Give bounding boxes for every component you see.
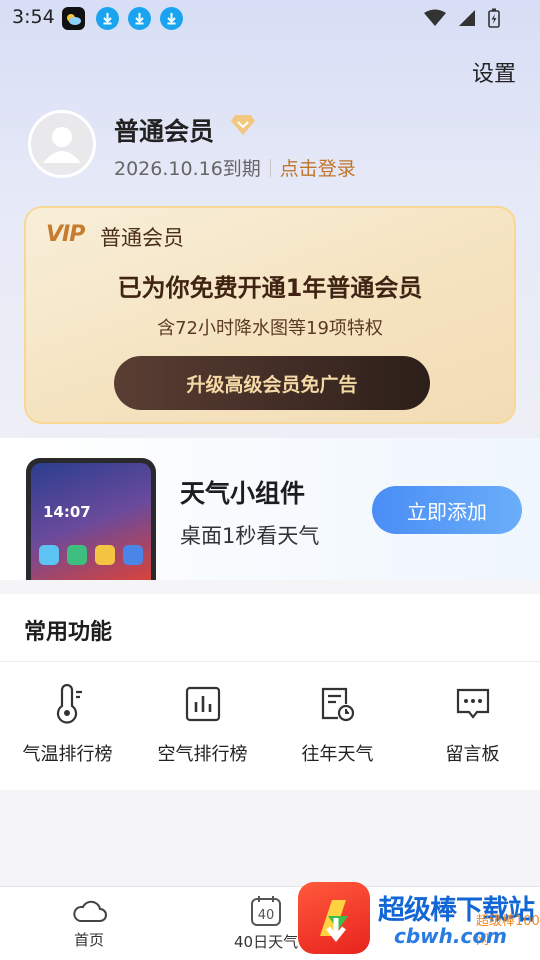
message-board-item[interactable]: 留言板 [405,684,540,766]
function-label: 留言板 [445,744,500,765]
vip-card[interactable]: VIP 普通会员 已为你免费开通1年普通会员 含72小时降水图等19项特权 升级… [24,206,516,424]
widget-promo-banner[interactable]: 14:07 天气小组件 桌面1秒看天气 立即添加 [0,438,540,580]
membership-expiry-row: 2026.10.16到期 点击登录 [114,154,356,181]
cloud-icon [73,900,107,922]
air-quality-ranking-item[interactable]: 空气排行榜 [135,684,270,766]
vip-subtext: 含72小时降水图等19项特权 [157,318,383,339]
message-board-icon [456,688,489,719]
settings-button[interactable]: 设置 [472,56,516,88]
function-label: 气温排行榜 [22,744,113,765]
watermark: 超级棒下载站 超级棒100网 cbwh.com [298,882,540,960]
phone-mockup-image: 14:07 [26,458,156,580]
watermark-logo-icon [298,882,370,954]
avatar[interactable] [28,110,96,178]
phone-mockup-time: 14:07 [43,503,91,521]
diamond-badge-icon [231,115,255,135]
widget-promo-subtitle: 桌面1秒看天气 [180,524,320,548]
add-widget-button[interactable]: 立即添加 [372,486,522,534]
nav-home[interactable]: 首页 [70,895,108,950]
upgrade-vip-button[interactable]: 升级高级会员免广告 [114,356,430,410]
vip-headline: 已为你免费开通1年普通会员 [117,274,423,302]
status-time: 3:54 [12,6,55,28]
watermark-url: cbwh.com [394,924,507,948]
common-functions-section: 常用功能 气温排行榜 空气排行榜 往年天气 留言板 [0,594,540,790]
download-icon [160,7,183,30]
svg-text:40: 40 [258,908,275,923]
expiry-date: 2026.10.16到期 [114,158,261,180]
thermometer-icon [56,684,82,724]
download-icon [96,7,119,30]
vip-card-title: 普通会员 [100,226,184,250]
nav-40-day-weather[interactable]: 40 40日天气 [234,895,298,952]
function-label: 空气排行榜 [157,744,248,765]
bar-chart-icon [185,686,220,722]
battery-icon [488,8,500,28]
calendar-40-icon: 40 [251,896,282,926]
section-title: 常用功能 [0,594,540,662]
divider [269,158,271,177]
member-level-title: 普通会员 [114,117,215,146]
login-link[interactable]: 点击登录 [280,154,356,181]
function-label: 往年天气 [301,744,374,765]
download-icon [128,7,151,30]
nav-label: 40日天气 [234,933,299,951]
status-bar: 3:54 [0,0,540,36]
temperature-ranking-item[interactable]: 气温排行榜 [0,684,135,766]
historical-weather-item[interactable]: 往年天气 [270,684,405,766]
history-calendar-icon [321,687,354,722]
nav-label: 首页 [73,931,104,949]
widget-promo-title: 天气小组件 [180,479,306,508]
signal-icon [459,10,475,26]
vip-logo: VIP [46,222,85,247]
weather-app-icon [62,7,85,30]
wifi-icon [424,9,446,26]
